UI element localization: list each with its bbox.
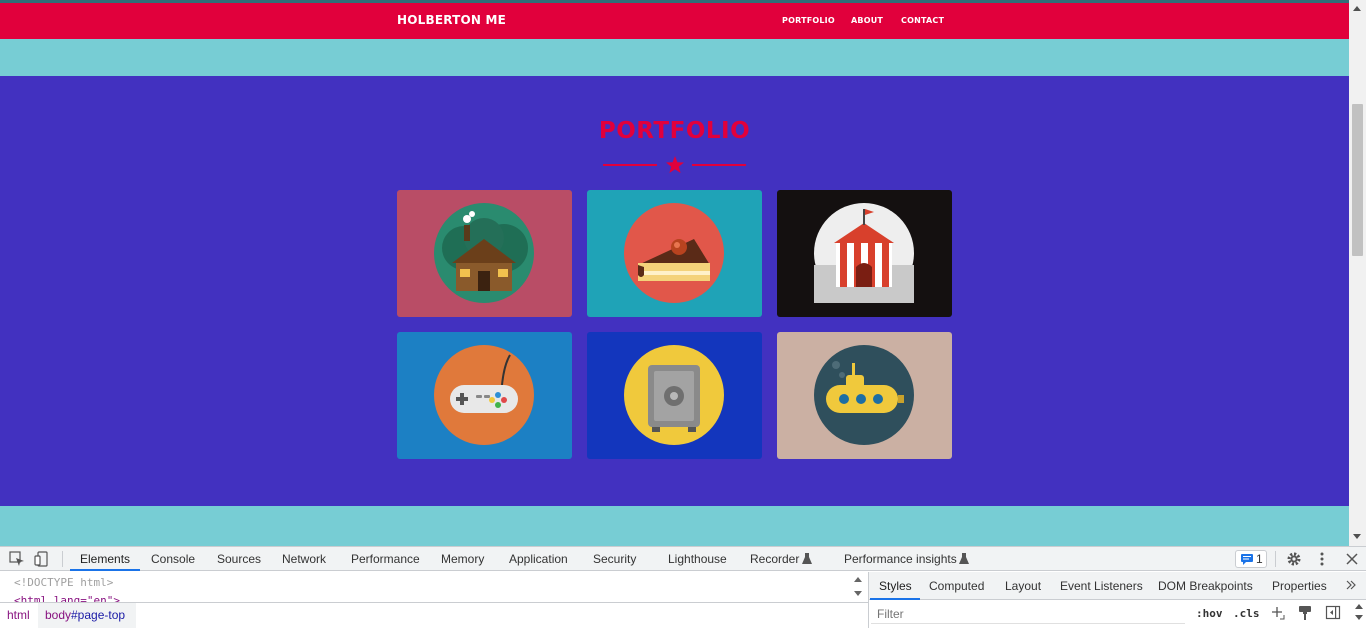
portfolio-item-cabin[interactable] — [397, 190, 572, 317]
tab-sources[interactable]: Sources — [217, 552, 261, 566]
paint-brush-icon[interactable] — [1298, 605, 1312, 621]
hover-state-toggle[interactable]: :hov — [1196, 607, 1223, 620]
tab-computed[interactable]: Computed — [929, 579, 984, 593]
tab-network[interactable]: Network — [282, 552, 326, 566]
navbar: HOLBERTON ME PORTFOLIO ABOUT CONTACT — [0, 3, 1349, 39]
portfolio-item-game-controller[interactable] — [397, 332, 572, 459]
scrollbar-thumb[interactable] — [1352, 104, 1363, 256]
divider-line-left — [603, 164, 657, 166]
tab-layout[interactable]: Layout — [1005, 579, 1041, 593]
more-tabs-chevron-icon[interactable] — [1345, 579, 1357, 591]
inspect-element-icon[interactable] — [9, 551, 25, 567]
device-toolbar-icon[interactable] — [34, 551, 50, 567]
game-controller-icon — [434, 345, 534, 445]
devtools-tab-bar: Elements Console Sources Network Perform… — [0, 547, 1366, 571]
styles-filter-input[interactable] — [871, 602, 1185, 624]
styles-panel: Styles Computed Layout Event Listeners D… — [868, 572, 1366, 628]
tab-separator — [1275, 551, 1276, 567]
nav-link-about[interactable]: ABOUT — [851, 16, 883, 25]
scroll-down-arrow-icon[interactable] — [1353, 534, 1361, 539]
breadcrumb-body-id: #page-top — [71, 608, 126, 622]
gear-icon[interactable] — [1286, 551, 1302, 567]
code-doctype[interactable]: <!DOCTYPE html> — [14, 576, 113, 589]
issues-badge[interactable]: 1 — [1235, 550, 1267, 568]
active-tab-indicator — [70, 569, 140, 571]
portfolio-section: PORTFOLIO — [0, 76, 1349, 506]
elements-scroll-controls[interactable] — [852, 573, 866, 601]
breadcrumb-html[interactable]: html — [7, 608, 30, 622]
scroll-up-icon[interactable] — [1355, 604, 1363, 609]
issues-message-icon — [1241, 554, 1253, 565]
cake-icon — [624, 203, 724, 303]
code-html-tag[interactable]: <html lang="en"> — [14, 594, 120, 602]
tab-separator — [62, 551, 63, 567]
portfolio-title: PORTFOLIO — [598, 118, 751, 144]
tab-application[interactable]: Application — [509, 552, 568, 566]
tab-memory[interactable]: Memory — [441, 552, 484, 566]
issues-count: 1 — [1256, 552, 1263, 566]
filter-placeholder: Filter — [877, 607, 904, 621]
devtools-panel: Elements Console Sources Network Perform… — [0, 546, 1366, 628]
class-toggle[interactable]: .cls — [1233, 607, 1260, 620]
brand-link[interactable]: HOLBERTON ME — [397, 13, 506, 27]
tab-lighthouse[interactable]: Lighthouse — [668, 552, 727, 566]
portfolio-item-cake[interactable] — [587, 190, 762, 317]
cabin-icon — [434, 203, 534, 303]
tab-dom-breakpoints[interactable]: DOM Breakpoints — [1158, 579, 1253, 593]
tab-event-listeners[interactable]: Event Listeners — [1060, 579, 1143, 593]
kebab-menu-icon[interactable] — [1315, 551, 1329, 567]
flask-icon — [802, 553, 812, 564]
tab-performance[interactable]: Performance — [351, 552, 420, 566]
tab-console[interactable]: Console — [151, 552, 195, 566]
nav-link-portfolio[interactable]: PORTFOLIO — [782, 16, 835, 25]
nav-link-contact[interactable]: CONTACT — [901, 16, 944, 25]
close-icon[interactable] — [1345, 552, 1359, 566]
active-styles-tab-indicator — [870, 598, 920, 600]
page-scrollbar[interactable] — [1349, 0, 1366, 546]
tab-performance-insights[interactable]: Performance insights — [844, 552, 957, 566]
scroll-up-arrow-icon[interactable] — [1353, 6, 1361, 11]
breadcrumb: html body #page-top — [0, 602, 868, 628]
portfolio-item-safe[interactable] — [587, 332, 762, 459]
styles-tab-bar: Styles Computed Layout Event Listeners D… — [869, 572, 1366, 600]
star-icon — [666, 156, 684, 173]
toggle-sidebar-icon[interactable] — [1325, 605, 1341, 621]
tab-styles[interactable]: Styles — [879, 579, 912, 593]
divider-line-right — [692, 164, 746, 166]
scroll-up-icon[interactable] — [854, 577, 862, 582]
safe-icon — [624, 345, 724, 445]
breadcrumb-body-tag: body — [45, 608, 72, 622]
new-style-rule-icon[interactable] — [1271, 605, 1285, 621]
circus-tent-icon — [814, 203, 914, 303]
tab-properties[interactable]: Properties — [1272, 579, 1327, 593]
tab-recorder[interactable]: Recorder — [750, 552, 799, 566]
portfolio-item-submarine[interactable] — [777, 332, 952, 459]
tab-security[interactable]: Security — [593, 552, 636, 566]
breadcrumb-body-highlight[interactable]: body #page-top — [38, 603, 136, 628]
scroll-down-icon[interactable] — [854, 591, 862, 596]
flask-icon — [959, 553, 969, 564]
submarine-icon — [814, 345, 914, 445]
portfolio-item-circus[interactable] — [777, 190, 952, 317]
scroll-down-icon[interactable] — [1355, 615, 1363, 620]
tab-elements[interactable]: Elements — [80, 552, 130, 566]
page-viewport: HOLBERTON ME PORTFOLIO ABOUT CONTACT POR… — [0, 0, 1349, 546]
